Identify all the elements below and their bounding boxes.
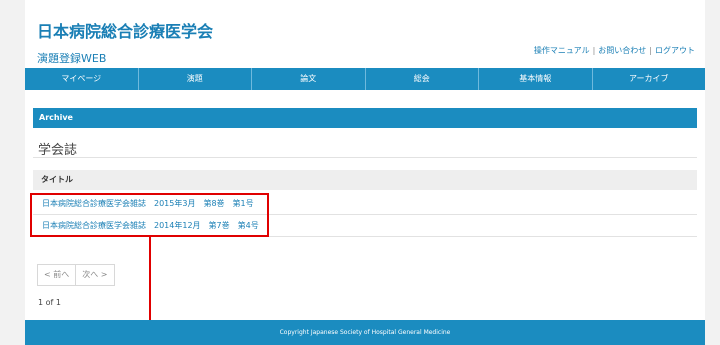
logout-link[interactable]: ログアウト [655,46,695,55]
site-subtitle: 演題登録WEB [37,52,107,65]
pagination: < 前へ 次へ > [37,264,115,286]
page-container: 日本病院総合診療医学会 演題登録WEB 操作マニュアル | お問い合わせ | ログアウト… [25,0,705,345]
divider [33,157,697,158]
nav-item-mypage[interactable]: マイページ [25,68,139,90]
contact-link[interactable]: お問い合わせ [598,46,646,55]
next-page-button[interactable]: 次へ > [76,264,115,286]
nav-item-abstracts[interactable]: 演題 [139,68,252,90]
page-count: 1 of 1 [38,298,61,307]
highlight-box [30,193,269,237]
manual-link[interactable]: 操作マニュアル [534,46,590,55]
prev-page-button[interactable]: < 前へ [37,264,77,286]
panel-heading: Archive [33,108,697,128]
link-separator: | [592,46,596,55]
footer: Copyright Japanese Society of Hospital G… [25,320,705,345]
table-header: タイトル [33,170,697,190]
nav-item-meeting[interactable]: 総会 [366,68,479,90]
nav-item-basic-info[interactable]: 基本情報 [479,68,593,90]
link-separator: | [649,46,652,55]
nav-item-papers[interactable]: 論文 [252,68,366,90]
site-title[interactable]: 日本病院総合診療医学会 [37,18,213,42]
nav-item-archive[interactable]: アーカイブ [593,68,706,90]
main-nav: マイページ 演題 論文 総会 基本情報 アーカイブ [25,68,705,90]
utility-links: 操作マニュアル | お問い合わせ | ログアウト [534,45,695,56]
section-title: 学会誌 [38,143,78,158]
